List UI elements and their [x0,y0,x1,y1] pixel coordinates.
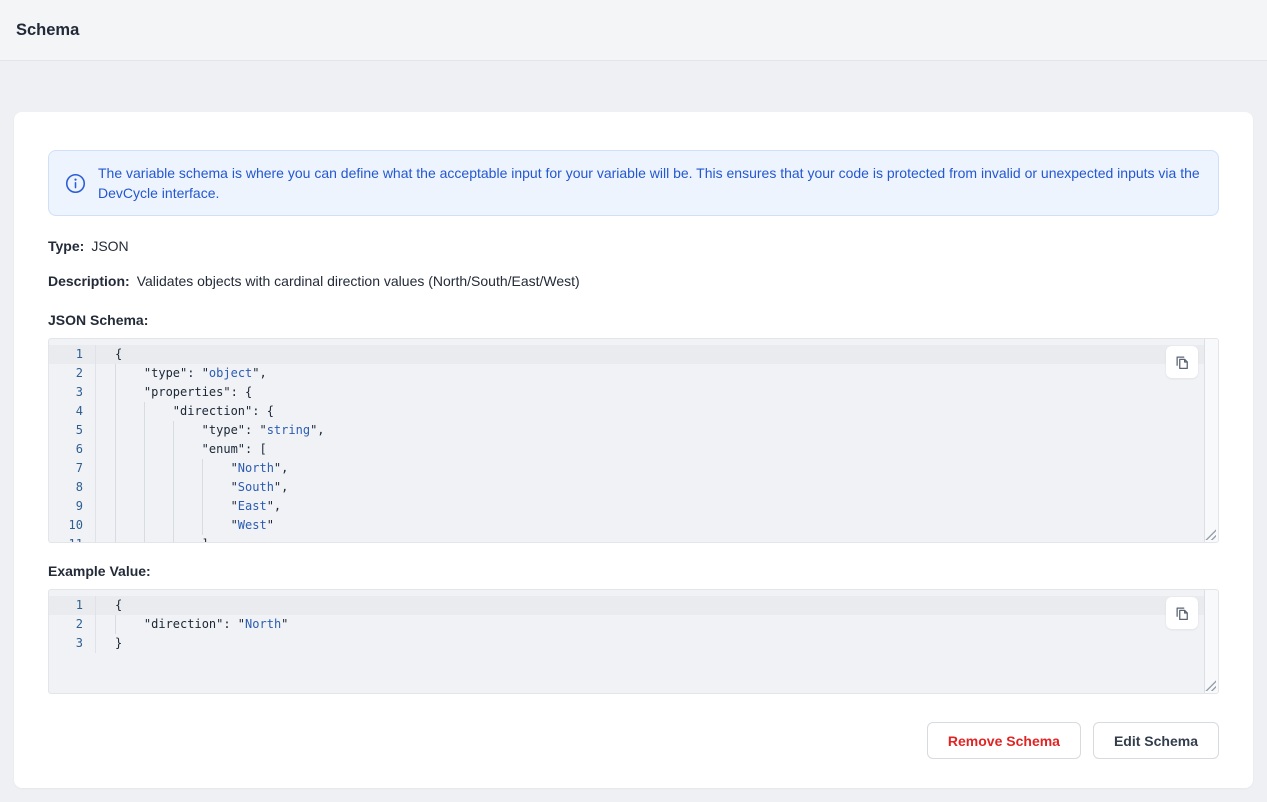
line-number: 1 [49,596,96,615]
code-line: 1{ [49,596,1218,615]
code-line: 5"type": "string", [49,421,1218,440]
line-number: 1 [49,345,96,364]
indent-guide [173,535,202,543]
info-circle-icon [65,173,86,194]
code-line: 7"North", [49,459,1218,478]
indent-guide [115,402,144,421]
line-number: 2 [49,615,96,634]
indent-guide [144,497,173,516]
code-line: 6"enum": [ [49,440,1218,459]
editor-scrollbar[interactable] [1204,590,1218,693]
indent-guide [202,459,231,478]
indent-guide [173,516,202,535]
copy-button[interactable] [1166,597,1198,629]
edit-schema-button[interactable]: Edit Schema [1093,722,1219,759]
remove-schema-button[interactable]: Remove Schema [927,722,1081,759]
description-label: Description: [48,273,130,289]
indent-guide [202,497,231,516]
indent-guide [144,535,173,543]
type-row: Type: JSON [48,236,1219,257]
editor-scrollbar[interactable] [1204,339,1218,542]
indent-guide [202,478,231,497]
description-row: Description: Validates objects with cardi… [48,271,1219,292]
line-number: 11 [49,535,96,543]
code-line: 4"direction": { [49,402,1218,421]
indent-guide [115,516,144,535]
example-value-code: 1{2"direction": "North"3} [49,590,1218,653]
indent-guide [115,364,144,383]
code-line: 9"East", [49,497,1218,516]
example-value-label: Example Value: [48,561,1219,582]
indent-guide [144,402,173,421]
json-schema-code: 1{2"type": "object",3"properties": {4"di… [49,339,1218,543]
code-line: 11] [49,535,1218,543]
indent-guide [173,459,202,478]
copy-icon [1173,604,1191,622]
indent-guide [144,421,173,440]
indent-guide [115,478,144,497]
indent-guide [202,516,231,535]
description-value: Validates objects with cardinal directio… [137,273,580,289]
line-number: 7 [49,459,96,478]
info-alert: The variable schema is where you can def… [48,150,1219,216]
line-number: 4 [49,402,96,421]
indent-guide [115,535,144,543]
indent-guide [115,615,144,634]
code-line: 1{ [49,345,1218,364]
indent-guide [173,440,202,459]
code-line: 3} [49,634,1218,653]
type-value: JSON [91,238,128,254]
code-line: 2"direction": "North" [49,615,1218,634]
indent-guide [115,497,144,516]
line-number: 3 [49,634,96,653]
indent-guide [115,440,144,459]
json-schema-label: JSON Schema: [48,310,1219,331]
json-schema-editor[interactable]: 1{2"type": "object",3"properties": {4"di… [48,338,1219,543]
page-header: Schema [0,0,1267,61]
example-value-editor[interactable]: 1{2"direction": "North"3} [48,589,1219,694]
code-line: 8"South", [49,478,1218,497]
indent-guide [173,478,202,497]
indent-guide [115,459,144,478]
copy-button[interactable] [1166,346,1198,378]
line-number: 6 [49,440,96,459]
line-number: 3 [49,383,96,402]
schema-card: The variable schema is where you can def… [14,112,1253,788]
alert-text: The variable schema is where you can def… [98,163,1202,203]
line-number: 2 [49,364,96,383]
footer-buttons: Remove Schema Edit Schema [48,722,1219,759]
code-line: 3"properties": { [49,383,1218,402]
type-label: Type: [48,238,84,254]
indent-guide [173,497,202,516]
indent-guide [115,383,144,402]
code-line: 10"West" [49,516,1218,535]
indent-guide [144,440,173,459]
line-number: 10 [49,516,96,535]
indent-guide [173,421,202,440]
indent-guide [115,421,144,440]
page-title: Schema [16,21,79,40]
line-number: 8 [49,478,96,497]
indent-guide [144,516,173,535]
indent-guide [144,478,173,497]
code-line: 2"type": "object", [49,364,1218,383]
copy-icon [1173,353,1191,371]
line-number: 5 [49,421,96,440]
line-number: 9 [49,497,96,516]
indent-guide [144,459,173,478]
